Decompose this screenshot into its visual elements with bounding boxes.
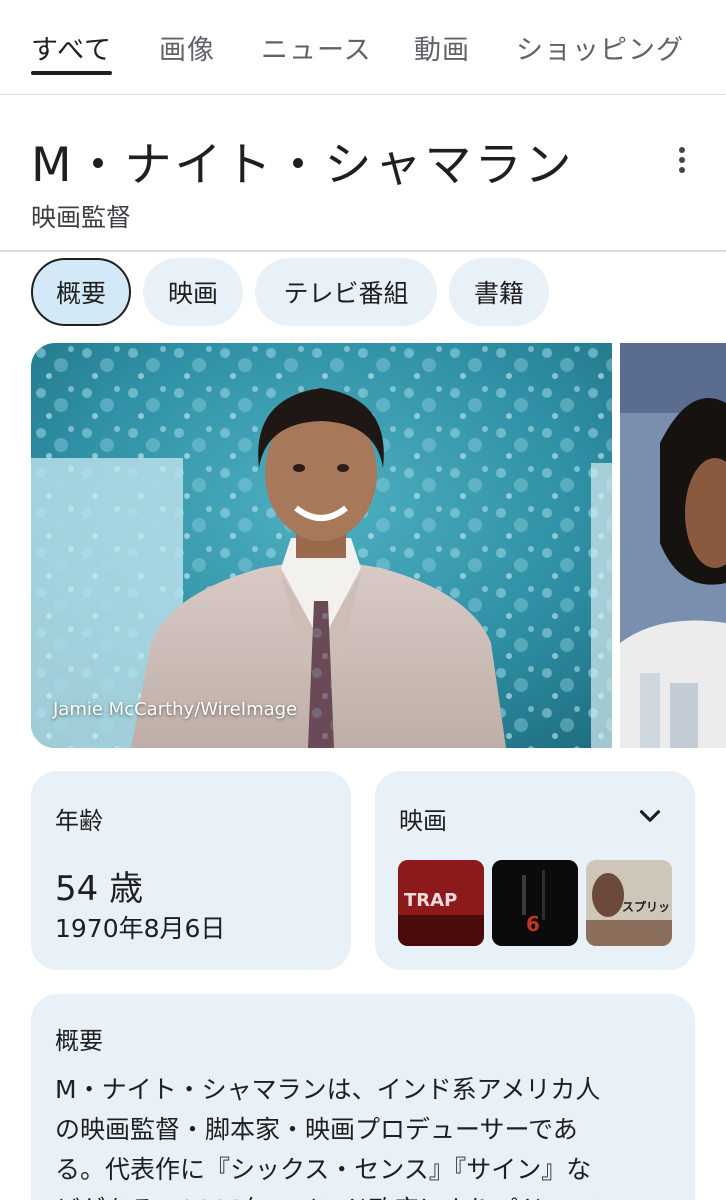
tab-videos[interactable]: 動画 [414, 28, 470, 67]
overview-line: どがある。2008年、インド政府によりパドマ・ン [55, 1190, 655, 1200]
movie-poster-text: TRAP [404, 890, 458, 911]
age-value: 54 歳 [55, 869, 144, 909]
search-tabs: すべて 画像 ニュース 動画 ショッピング [0, 0, 726, 95]
chip-tv-shows[interactable]: テレビ番組 [255, 258, 437, 326]
main-photo[interactable]: Jamie McCarthy/WireImage [31, 343, 612, 748]
movie-poster-text: 6 [526, 912, 540, 936]
tab-shopping[interactable]: ショッピング [516, 28, 684, 67]
secondary-photo[interactable] [620, 343, 726, 748]
overview-line: M・ナイト・シャマランは、インド系アメリカ人 [55, 1075, 601, 1104]
entity-subtitle: 映画監督 [31, 203, 132, 232]
tab-all[interactable]: すべて [31, 28, 112, 67]
tab-news[interactable]: ニュース [261, 28, 372, 67]
chip-movies[interactable]: 映画 [143, 258, 243, 326]
age-label: 年齢 [55, 807, 103, 835]
secondary-portrait-image [620, 343, 726, 748]
divider [0, 250, 726, 252]
more-options-button[interactable] [662, 140, 702, 180]
chevron-down-icon[interactable] [633, 799, 667, 833]
search-results-page: すべて 画像 ニュース 動画 ショッピング M・ナイト・シャマラン 映画監督 概… [0, 0, 726, 1200]
active-tab-indicator [31, 71, 112, 75]
movie-thumbnail[interactable]: スプリット [586, 860, 672, 946]
photo-credit: Jamie McCarthy/WireImage [53, 699, 298, 720]
chip-books[interactable]: 書籍 [449, 258, 549, 326]
chip-overview[interactable]: 概要 [31, 258, 131, 326]
birth-date: 1970年8月6日 [55, 914, 226, 943]
tab-images[interactable]: 画像 [159, 28, 215, 67]
movies-label: 映画 [399, 807, 447, 835]
movie-thumbnail[interactable]: 6 [492, 860, 578, 946]
overview-line: の映画監督・脚本家・映画プロデューサーであ [55, 1115, 578, 1144]
overview-text: M・ナイト・シャマランは、インド系アメリカ人 の映画監督・脚本家・映画プロデュー… [55, 1070, 655, 1200]
age-card[interactable]: 年齢 54 歳 1970年8月6日 [31, 771, 351, 970]
overview-line: る。代表作に『シックス・センス』『サイン』な [55, 1155, 592, 1184]
movies-card[interactable]: 映画 TRAP 6 スプリット [375, 771, 695, 970]
overview-card: 概要 M・ナイト・シャマランは、インド系アメリカ人 の映画監督・脚本家・映画プロ… [31, 994, 695, 1200]
movie-poster-text: スプリット [622, 900, 672, 914]
movie-thumbnail[interactable]: TRAP [398, 860, 484, 946]
entity-title: M・ナイト・シャマラン [31, 138, 575, 193]
overview-label: 概要 [55, 1027, 103, 1055]
more-vert-icon [679, 147, 685, 153]
portrait-image [31, 343, 612, 748]
